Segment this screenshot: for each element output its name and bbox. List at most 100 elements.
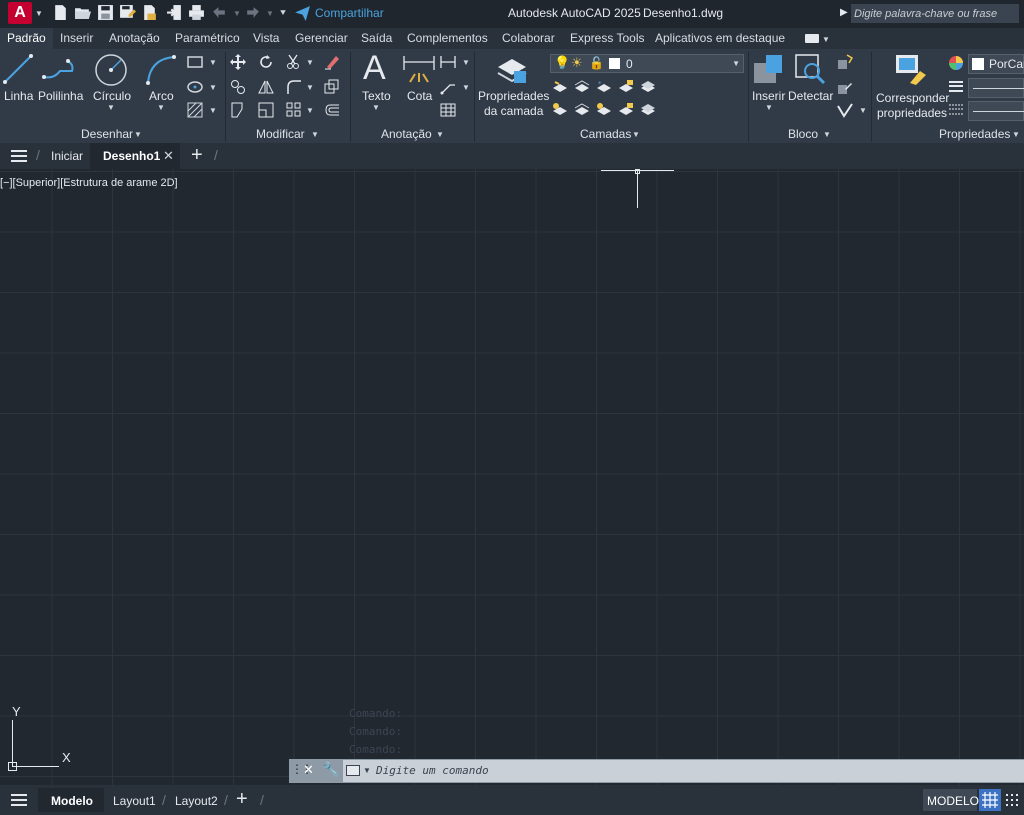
layer-unlock-all-icon[interactable] (618, 102, 634, 118)
open-folder-icon[interactable] (74, 4, 91, 21)
command-prompt-chevron-icon[interactable]: ▼ (363, 766, 371, 775)
edit-block-icon[interactable] (837, 79, 853, 95)
match-properties-icon[interactable] (894, 53, 928, 87)
redo-icon[interactable] (244, 4, 261, 21)
tab-express-tools[interactable]: Express Tools (570, 31, 644, 45)
block-panel-chevron-icon[interactable]: ▼ (823, 130, 831, 139)
linetype-icon[interactable] (948, 102, 964, 118)
app-logo[interactable]: A (8, 2, 32, 24)
layer-properties-icon[interactable] (496, 53, 530, 87)
share-send-icon[interactable] (294, 5, 311, 22)
trim-dropdown-icon[interactable]: ▼ (306, 58, 314, 67)
color-dropdown[interactable]: PorCar (968, 54, 1024, 74)
command-line-close-icon[interactable]: ✕ (303, 762, 314, 778)
text-button[interactable]: Texto (362, 89, 391, 103)
annotation-panel-chevron-icon[interactable]: ▼ (436, 130, 444, 139)
leader-dropdown-icon[interactable]: ▼ (462, 83, 470, 92)
line-button[interactable]: Linha (4, 89, 33, 103)
properties-panel-chevron-icon[interactable]: ▼ (1012, 130, 1020, 139)
polyline-button[interactable]: Polilinha (38, 89, 83, 103)
copy-icon[interactable] (230, 79, 246, 95)
tab-complementos[interactable]: Complementos (407, 31, 488, 45)
annotation-panel-label[interactable]: Anotação (381, 127, 432, 141)
layout-menu-icon[interactable] (11, 794, 27, 806)
layer-freeze-icon[interactable]: * (596, 79, 612, 95)
fillet-icon[interactable] (286, 79, 302, 95)
new-file-icon[interactable] (52, 4, 69, 21)
arc-dropdown-icon[interactable]: ▼ (157, 103, 165, 112)
block-panel-label[interactable]: Bloco (788, 127, 818, 141)
search-expand-icon[interactable]: ▶ (840, 7, 848, 18)
text-dropdown-icon[interactable]: ▼ (372, 103, 380, 112)
move-icon[interactable] (230, 54, 246, 70)
block-attributes-icon[interactable] (837, 102, 853, 118)
tab-saida[interactable]: Saída (361, 31, 392, 45)
arc-button[interactable]: Arco (149, 89, 174, 103)
tab-aplicativos-em-destaque[interactable]: Aplicativos em destaque (655, 31, 785, 45)
lineweight-dropdown[interactable] (968, 78, 1024, 98)
layers-panel-chevron-icon[interactable]: ▼ (632, 130, 640, 139)
dimension-button[interactable]: Cota (407, 89, 432, 103)
command-line-settings-icon[interactable]: 🔧 (322, 761, 339, 778)
save-icon[interactable] (97, 4, 114, 21)
layer-thaw-all-icon[interactable] (596, 102, 612, 118)
layer-isolate-icon[interactable] (574, 79, 590, 95)
erase-icon[interactable] (324, 54, 340, 70)
layer-unlock-icon[interactable]: 🔓 (589, 56, 604, 70)
detect-button[interactable]: Detectar (788, 89, 833, 103)
hamburger-menu-icon[interactable] (11, 150, 27, 162)
undo-icon[interactable] (211, 4, 228, 21)
ribbon-minimize-chevron-icon[interactable]: ▼ (822, 35, 830, 44)
hatch-icon[interactable] (187, 102, 203, 118)
customize-quick-access-icon[interactable]: ⯆ (279, 8, 287, 19)
linear-dimension-icon[interactable] (440, 54, 456, 70)
scale-icon[interactable] (258, 102, 274, 118)
import-icon[interactable] (166, 4, 183, 21)
app-menu-chevron-icon[interactable]: ▼ (35, 9, 43, 18)
layout-tab-model[interactable]: Modelo (38, 788, 104, 812)
rotate-icon[interactable] (258, 54, 274, 70)
modify-panel-chevron-icon[interactable]: ▼ (311, 130, 319, 139)
modify-panel-label[interactable]: Modificar (256, 127, 305, 141)
plot-print-icon[interactable] (188, 4, 205, 21)
color-wheel-icon[interactable] (948, 55, 964, 71)
tab-colaborar[interactable]: Colaborar (502, 31, 555, 45)
insert-dropdown-icon[interactable]: ▼ (765, 103, 773, 112)
command-input-area[interactable]: ▼ Digite um comando (343, 760, 1024, 782)
layer-match-icon[interactable] (640, 79, 656, 95)
ellipse-icon[interactable] (187, 79, 203, 95)
layout-tab-layout1[interactable]: Layout1 (113, 794, 156, 808)
rectangle-dropdown-icon[interactable]: ▼ (209, 58, 217, 67)
explode-icon[interactable] (324, 79, 340, 95)
create-block-icon[interactable] (837, 54, 853, 70)
table-icon[interactable] (440, 102, 456, 118)
viewport-controls-label[interactable]: [−][Superior][Estrutura de arame 2D] (0, 177, 178, 189)
layer-on-icon[interactable] (552, 102, 568, 118)
match-properties-line1[interactable]: Corresponder (876, 91, 949, 105)
file-tab-active[interactable]: Desenho1 ✕ (90, 143, 180, 169)
new-layout-plus-icon[interactable]: + (236, 788, 248, 811)
arc-icon[interactable] (144, 53, 178, 85)
command-input[interactable]: Digite um comando (376, 764, 489, 777)
layer-off-icon[interactable] (552, 79, 568, 95)
line-icon[interactable] (2, 53, 34, 85)
tab-gerenciar[interactable]: Gerenciar (295, 31, 348, 45)
layer-properties-line1[interactable]: Propriedades (478, 89, 549, 103)
insert-block-icon[interactable] (752, 53, 784, 85)
dimension-icon[interactable] (402, 54, 436, 84)
draw-panel-chevron-icon[interactable]: ▼ (134, 130, 142, 139)
match-properties-line2[interactable]: propriedades (877, 106, 947, 120)
tab-padrao[interactable]: Padrão (0, 28, 53, 49)
hatch-dropdown-icon[interactable]: ▼ (209, 106, 217, 115)
polyline-icon[interactable] (42, 55, 76, 83)
layer-properties-line2[interactable]: da camada (484, 104, 543, 118)
circle-button[interactable]: Círculo (93, 89, 131, 103)
layer-unisolate-icon[interactable] (574, 102, 590, 118)
properties-panel-label[interactable]: Propriedades (939, 127, 1010, 141)
layer-make-current-icon[interactable] (640, 102, 656, 118)
leader-icon[interactable] (440, 79, 456, 95)
file-tab-start[interactable]: Iniciar (51, 149, 83, 163)
tab-parametrico[interactable]: Paramétrico (175, 31, 240, 45)
rectangle-icon[interactable] (187, 54, 203, 70)
mirror-icon[interactable] (258, 79, 274, 95)
